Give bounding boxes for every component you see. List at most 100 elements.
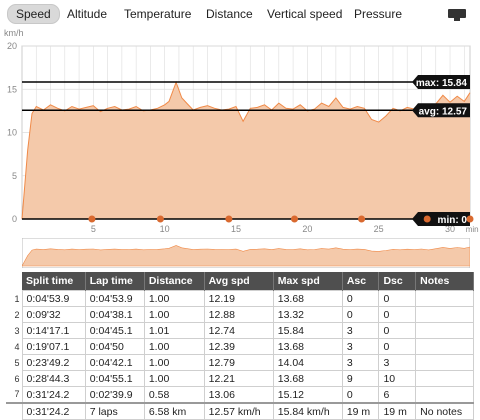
table-cell: 12.19 (203, 290, 274, 307)
table-cell (415, 306, 474, 323)
y-tick-label: 0 (12, 214, 17, 224)
total-cell: 6.58 km (143, 402, 205, 420)
col-split-time[interactable]: Split time (22, 272, 86, 291)
table-cell: 0:02'39.9 (84, 386, 145, 404)
total-cell: 12.57 km/h (203, 402, 274, 420)
table-cell: 12.88 (203, 306, 274, 323)
table-cell: 0 (341, 290, 380, 307)
table-cell (415, 338, 474, 355)
y-tick-label: 10 (7, 128, 17, 138)
tab-bar: Speed Altitude Temperature Distance Vert… (0, 0, 480, 26)
y-tick-label: 15 (7, 84, 17, 94)
table-cell: 13.68 (272, 370, 343, 387)
x-tick-label: 5 (91, 224, 96, 234)
col-max-spd[interactable]: Max spd (273, 272, 343, 291)
table-cell: 1.00 (143, 338, 205, 355)
table-row[interactable]: 7 0:31'24.2 0:02'39.9 0.58 13.06 15.12 0 6 (6, 386, 474, 404)
table-row[interactable]: 4 0:19'07.1 0:04'50 1.00 12.39 13.68 3 0 (6, 338, 474, 355)
y-tick-label: 20 (7, 41, 17, 51)
row-index: 2 (14, 309, 20, 320)
col-lap-time[interactable]: Lap time (85, 272, 145, 291)
table-cell: 0:04'53.9 (84, 290, 145, 307)
table-total-row: 0:31'24.2 7 laps 6.58 km 12.57 km/h 15.84 km… (6, 402, 474, 420)
lap-marker (156, 215, 164, 223)
tab-temperature[interactable]: Temperature (116, 5, 199, 23)
total-cell: 19 m (378, 402, 417, 420)
table-cell: 13.68 (272, 290, 343, 307)
table-cell (415, 386, 474, 404)
table-cell: 12.79 (203, 354, 274, 371)
table-cell: 3 (341, 322, 380, 339)
table-cell: 0 (341, 386, 380, 404)
table-cell: 13.32 (272, 306, 343, 323)
total-cell (6, 402, 22, 420)
laps-table: Split time Lap time Distance Avg spd Max… (6, 272, 474, 420)
total-cell: 19 m (341, 402, 380, 420)
table-cell: 9 (341, 370, 380, 387)
table-cell: 0:04'55.1 (84, 370, 145, 387)
table-cell: 0:19'07.1 (21, 338, 86, 355)
table-cell: 12.74 (203, 322, 274, 339)
table-cell: 0:04'50 (84, 338, 145, 355)
table-row[interactable]: 5 0:23'49.2 0:04'42.1 1.00 12.79 14.04 3 3 (6, 354, 474, 371)
total-cell: 15.84 km/h (272, 402, 343, 420)
table-cell: 0 (378, 306, 417, 323)
table-row[interactable]: 2 0:09'32 0:04'38.1 1.00 12.88 13.32 0 0 (6, 306, 474, 323)
total-cell: 0:31'24.2 (21, 402, 86, 420)
lap-marker (88, 215, 96, 223)
table-cell (415, 290, 474, 307)
table-row[interactable]: 1 0:04'53.9 0:04'53.9 1.00 12.19 13.68 0 0 (6, 290, 474, 307)
table-cell: 1.00 (143, 354, 205, 371)
table-cell: 3 (341, 354, 380, 371)
lap-marker (358, 215, 366, 223)
row-index: 7 (14, 389, 20, 400)
table-cell: 0 (378, 322, 417, 339)
tab-distance[interactable]: Distance (198, 5, 261, 23)
table-header-row: Split time Lap time Distance Avg spd Max… (6, 272, 474, 291)
x-tick-label: 15 (231, 224, 241, 234)
table-cell: 10 (378, 370, 417, 387)
col-dsc[interactable]: Dsc (378, 272, 417, 291)
min-label: min: 0 (438, 215, 468, 226)
table-cell: 15.84 (272, 322, 343, 339)
table-row[interactable]: 3 0:14'17.1 0:04'45.1 1.01 12.74 15.84 3 0 (6, 322, 474, 339)
table-cell: 12.39 (203, 338, 274, 355)
max-label: max: 15.84 (416, 78, 468, 89)
row-index: 6 (14, 373, 20, 384)
x-axis-unit: min (466, 225, 479, 234)
table-cell: 0:04'53.9 (21, 290, 86, 307)
device-icon[interactable] (448, 8, 468, 22)
table-cell: 0 (378, 290, 417, 307)
x-tick-label: 10 (160, 224, 170, 234)
col-notes[interactable]: Notes (415, 272, 474, 291)
table-row[interactable]: 6 0:28'44.3 0:04'55.1 1.00 12.21 13.68 9 10 (6, 370, 474, 387)
table-cell: 0:28'44.3 (21, 370, 86, 387)
avg-label: avg: 12.57 (419, 106, 468, 117)
tab-altitude[interactable]: Altitude (59, 5, 115, 23)
table-cell (415, 354, 474, 371)
table-cell (415, 322, 474, 339)
table-cell (415, 370, 474, 387)
x-tick-label: 20 (302, 224, 312, 234)
tab-pressure[interactable]: Pressure (346, 5, 410, 23)
table-cell: 0 (378, 338, 417, 355)
table-cell: 0.58 (143, 386, 205, 404)
col-asc[interactable]: Asc (342, 272, 380, 291)
table-cell: 0:04'45.1 (84, 322, 145, 339)
x-tick-label: 25 (374, 224, 384, 234)
col-avg-spd[interactable]: Avg spd (204, 272, 274, 291)
overview-strip[interactable] (22, 238, 470, 268)
table-cell: 0:04'38.1 (84, 306, 145, 323)
lap-marker (291, 215, 299, 223)
table-cell: 0 (341, 306, 380, 323)
table-cell: 0:04'42.1 (84, 354, 145, 371)
tab-vertical-speed[interactable]: Vertical speed (259, 5, 350, 23)
table-cell: 0:09'32 (21, 306, 86, 323)
row-index: 1 (14, 293, 20, 304)
col-distance[interactable]: Distance (144, 272, 205, 291)
table-cell: 0:14'17.1 (21, 322, 86, 339)
tab-speed[interactable]: Speed (7, 4, 60, 24)
table-cell: 13.06 (203, 386, 274, 404)
speed-chart-svg: 051015205 10 15 20 25 30 minkm/hmax: 15.84avg:… (4, 28, 479, 234)
table-cell: 1.00 (143, 306, 205, 323)
